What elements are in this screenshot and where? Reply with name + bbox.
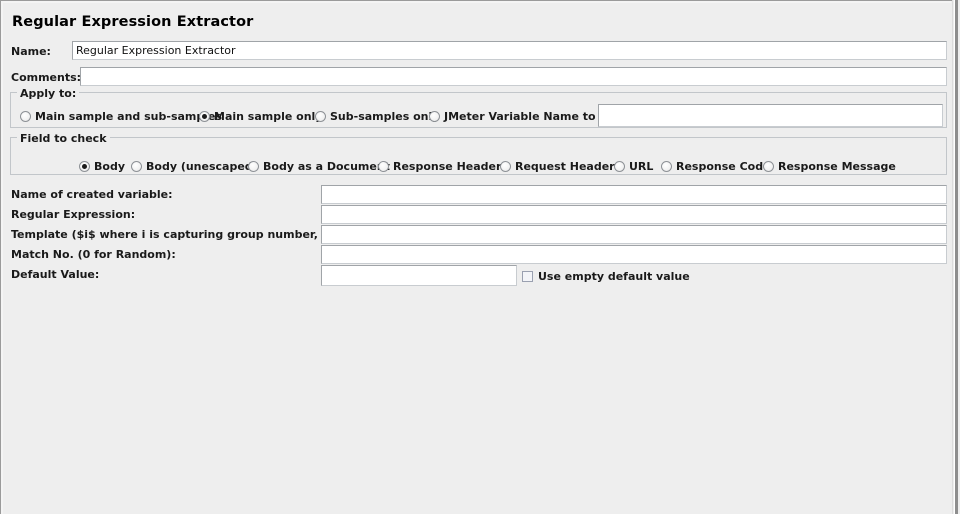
name-label: Name: [11, 45, 51, 58]
radio-indicator-icon [661, 160, 672, 172]
vertical-scrollbar-thumb[interactable] [954, 0, 958, 514]
radio-response-message[interactable]: Response Message [763, 158, 896, 174]
radio-label: Main sample only [214, 109, 323, 123]
radio-indicator-icon [763, 160, 774, 172]
field-to-check-group-title: Field to check [17, 132, 110, 145]
radio-indicator-icon [79, 160, 90, 172]
radio-indicator-icon [429, 110, 440, 122]
radio-label: Response Headers [393, 159, 508, 173]
page-title: Regular Expression Extractor [12, 14, 254, 30]
regular-expression-extractor-panel: Regular Expression Extractor Name: Regul… [0, 0, 960, 514]
vertical-scrollbar-track[interactable] [952, 0, 960, 514]
regular-expression-input[interactable] [321, 205, 947, 224]
default-value-label: Default Value: [11, 268, 100, 281]
radio-response-headers[interactable]: Response Headers [378, 158, 508, 174]
default-value-input[interactable] [321, 265, 517, 286]
radio-label: Response Message [778, 159, 896, 173]
comments-label: Comments: [11, 71, 82, 84]
jmeter-variable-name-input[interactable] [598, 104, 943, 127]
radio-indicator-icon [131, 160, 142, 172]
radio-label: URL [629, 159, 654, 173]
radio-main-sample-and-sub-samples[interactable]: Main sample and sub-samples [20, 108, 222, 124]
radio-label: Response Code [676, 159, 771, 173]
regular-expression-label: Regular Expression: [11, 208, 136, 221]
use-empty-default-value-checkbox[interactable]: Use empty default value [522, 268, 690, 284]
radio-label: Main sample and sub-samples [35, 109, 223, 123]
radio-indicator-icon [500, 160, 511, 172]
radio-label: Body (unescaped) [146, 159, 258, 173]
radio-response-code[interactable]: Response Code [661, 158, 771, 174]
name-input[interactable]: Regular Expression Extractor [72, 41, 947, 60]
radio-request-headers[interactable]: Request Headers [500, 158, 621, 174]
radio-label: Body [94, 159, 125, 173]
checkbox-indicator-icon [522, 270, 533, 282]
radio-indicator-icon [20, 110, 31, 122]
radio-label: Request Headers [515, 159, 622, 173]
radio-indicator-icon [199, 110, 210, 122]
comments-input[interactable] [80, 67, 947, 86]
radio-label: Sub-samples only [330, 109, 440, 123]
radio-body-unescaped[interactable]: Body (unescaped) [131, 158, 258, 174]
radio-indicator-icon [378, 160, 389, 172]
radio-indicator-icon [614, 160, 625, 172]
match-no-label: Match No. (0 for Random): [11, 248, 176, 261]
template-input[interactable] [321, 225, 947, 244]
radio-indicator-icon [248, 160, 259, 172]
checkbox-label: Use empty default value [538, 269, 690, 283]
match-no-input[interactable] [321, 245, 947, 264]
radio-label: JMeter Variable Name to use [444, 109, 622, 123]
radio-jmeter-variable-name-to-use[interactable]: JMeter Variable Name to use [429, 108, 621, 124]
radio-body[interactable]: Body [79, 158, 125, 174]
radio-url[interactable]: URL [614, 158, 653, 174]
panel-inner-surface: Regular Expression Extractor Name: Regul… [1, 1, 951, 514]
radio-body-as-a-document[interactable]: Body as a Document [248, 158, 390, 174]
radio-label: Body as a Document [263, 159, 390, 173]
apply-to-group-title: Apply to: [17, 87, 80, 100]
name-of-created-variable-input[interactable] [321, 185, 947, 204]
name-of-created-variable-label: Name of created variable: [11, 188, 173, 201]
radio-main-sample-only[interactable]: Main sample only [199, 108, 323, 124]
radio-sub-samples-only[interactable]: Sub-samples only [315, 108, 439, 124]
radio-indicator-icon [315, 110, 326, 122]
